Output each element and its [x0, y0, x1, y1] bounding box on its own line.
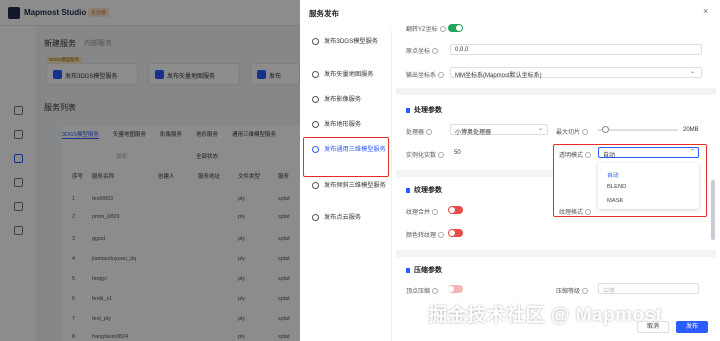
max-tile-slider[interactable] — [598, 129, 678, 131]
cancel-button[interactable]: 取消 — [637, 321, 669, 333]
help-icon — [432, 209, 439, 216]
chevron-up-icon: ⌃ — [690, 149, 696, 155]
help-icon — [432, 288, 439, 295]
watermark: 掘金技术社区 @ Mapmost — [428, 305, 663, 326]
help-icon — [582, 288, 589, 295]
help-icon — [439, 26, 446, 33]
max-tile-label: 最大切片 — [556, 127, 589, 136]
color-texture-label: 颜色转纹理 — [406, 230, 445, 239]
drawer-title: 服务发布 — [309, 9, 339, 18]
processor-label: 处理器 — [406, 127, 433, 136]
section-divider — [396, 250, 716, 257]
building-icon — [312, 182, 319, 189]
output-crs-label: 输出坐标系 — [406, 70, 445, 79]
help-icon — [438, 72, 445, 79]
option-mask[interactable]: MASK — [607, 198, 623, 204]
option-auto[interactable]: 自动 — [607, 170, 619, 179]
texture-format-label: 纹理格式 — [559, 207, 592, 216]
flip-yz-label: 翻转YZ坐标 — [406, 24, 446, 33]
vertex-compress-toggle[interactable] — [448, 285, 463, 293]
close-icon[interactable]: × — [703, 6, 708, 16]
transparency-label: 透明模式 — [559, 150, 592, 159]
processing-title: 处理参数 — [406, 105, 442, 115]
modal-overlay[interactable] — [0, 0, 300, 341]
processor-select[interactable]: 小博奥处理器 — [450, 124, 548, 136]
drawer-scrollbar[interactable] — [711, 180, 715, 240]
origin-label: 原点坐标 — [406, 46, 439, 55]
help-icon — [438, 232, 445, 239]
help-icon — [438, 152, 445, 159]
texture-title: 纹理参数 — [406, 185, 442, 195]
section-divider — [396, 88, 716, 95]
compress-level-label: 压缩等级 — [556, 286, 589, 295]
section-divider — [396, 170, 553, 177]
instance-value[interactable]: 50 — [454, 150, 461, 156]
help-icon — [585, 152, 592, 159]
globe-icon — [312, 71, 319, 78]
max-tile-value: 20MB — [683, 127, 699, 133]
image-icon — [312, 96, 319, 103]
chevron-down-icon: ⌄ — [690, 69, 696, 75]
transparency-dropdown: 自动 BLEND MASK — [598, 163, 699, 209]
help-icon — [585, 209, 592, 216]
option-blend[interactable]: BLEND — [607, 184, 626, 190]
cube-icon — [312, 38, 319, 45]
instance-label: 实例化实数 — [406, 150, 445, 159]
chevron-down-icon: ⌄ — [538, 126, 544, 132]
texture-merge-toggle[interactable] — [448, 206, 463, 214]
max-tile-slider-handle[interactable] — [602, 126, 609, 133]
help-icon — [426, 129, 433, 136]
texture-merge-label: 纹理合并 — [406, 207, 439, 216]
publish-button[interactable]: 发布 — [676, 321, 708, 333]
output-crs-select[interactable]: MM坐标系(Mapmost默认坐标系) — [450, 67, 702, 79]
compression-title: 压缩参数 — [406, 265, 442, 275]
cloud-icon — [312, 214, 319, 221]
vertex-compress-label: 顶点压缩 — [406, 286, 439, 295]
mountain-icon — [312, 121, 319, 128]
help-icon — [582, 129, 589, 136]
color-texture-toggle[interactable] — [448, 229, 463, 237]
compress-level-select[interactable]: 中等 — [598, 283, 699, 295]
flip-yz-toggle[interactable] — [448, 24, 463, 32]
transparency-select[interactable]: 自动 — [598, 147, 699, 159]
origin-input[interactable]: 0,0,0 — [450, 44, 702, 55]
sidebar-selection-highlight — [303, 137, 389, 177]
help-icon — [432, 48, 439, 55]
